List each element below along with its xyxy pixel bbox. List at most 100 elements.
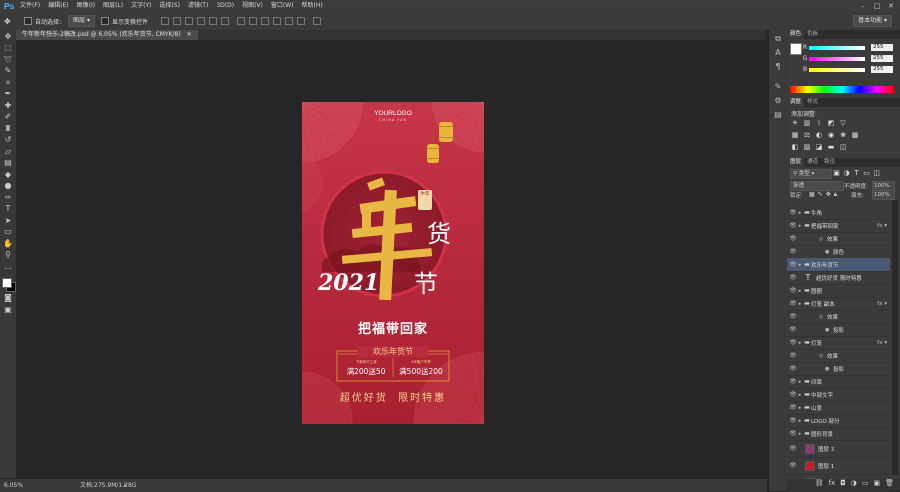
link-layers-icon[interactable]: ⛓ [815,479,824,491]
menu-item[interactable]: 图层(L) [99,0,127,12]
filter-smart-icon[interactable]: ◫ [873,169,880,177]
r-slider[interactable] [809,45,865,50]
g-value-input[interactable]: 255 [871,55,893,62]
layer-row[interactable]: 👁︎ ▸ ▬ 中部文字 [787,388,890,402]
menu-item[interactable]: 帮助(H) [298,0,327,12]
curves-icon[interactable]: ⌇ [815,119,823,127]
visibility-eye-icon[interactable]: 👁︎ [789,391,797,398]
visibility-eye-icon[interactable]: 👁︎ [789,287,797,294]
auto-select-dropdown[interactable]: 图层 ▾ [68,15,95,27]
lock-position-icon[interactable]: ✥ [826,191,831,199]
tab-channels[interactable]: 通道 [804,158,821,167]
layer-row[interactable]: 👁︎ ● 颜色 [787,245,890,259]
color-balance-icon[interactable]: ⚖ [803,131,811,139]
posterize-icon[interactable]: ▨ [803,143,811,151]
filter-shape-icon[interactable]: ▭ [863,169,870,177]
layer-row[interactable]: 👁︎ ◎ 效果 [787,232,890,246]
layer-row[interactable]: 👁︎ ▸ ▬ 山景 [787,401,890,415]
levels-icon[interactable]: ▥ [803,119,811,127]
actions-panel-icon[interactable]: ▤ [773,110,783,120]
distribute-left-icon[interactable] [272,17,281,25]
effects-icon[interactable]: ◎ [819,353,827,359]
visibility-eye-icon[interactable]: 👁︎ [789,209,797,216]
visibility-eye-icon[interactable]: 👁︎ [789,378,797,385]
properties-panel-icon[interactable]: A [773,48,783,58]
hue-saturation-icon[interactable]: ▦ [791,131,799,139]
layer-row[interactable]: 👁︎ ▸ ▬ 圆圈 [787,284,890,298]
gradient-tool-icon[interactable]: ▤ [3,158,13,168]
visibility-eye-icon[interactable]: 👁︎ [789,365,797,372]
align-vcenter-icon[interactable] [172,17,181,25]
gradient-map-icon[interactable]: ▬ [827,143,835,151]
distribute-vcenter-icon[interactable] [248,17,257,25]
minimize-button[interactable]: – [858,1,868,11]
align-bottom-icon[interactable] [184,17,193,25]
maximize-button[interactable]: □ [872,1,882,11]
visibility-eye-icon[interactable]: 👁︎ [789,445,797,452]
visibility-eye-icon[interactable]: 👁︎ [789,417,797,424]
visibility-eye-icon[interactable]: 👁︎ [789,261,797,268]
poster-artwork[interactable]: YOURLOGO CHINA FAB 牛年 货 节 2021 把福带回家 欢乐年… [302,102,484,424]
layer-row[interactable]: 👁︎ ● 投影 [787,362,890,376]
visibility-eye-icon[interactable]: 👁︎ [789,326,797,333]
clone-stamp-tool-icon[interactable]: ♜ [3,124,13,134]
fill-input[interactable]: 100% [872,190,895,200]
lasso-tool-icon[interactable]: ➰ [3,55,13,65]
delete-layer-icon[interactable]: 🗑︎ [885,479,894,491]
visibility-eye-icon[interactable]: 👁︎ [789,430,797,437]
menu-item[interactable]: 视图(V) [238,0,267,12]
visibility-eye-icon[interactable]: 👁︎ [789,248,797,255]
fx-badge[interactable]: fx ▾ [877,340,887,346]
tab-swatches[interactable]: 色板 [804,30,821,39]
layer-row[interactable]: 👁︎ ▸ ▬ LOGO 部分 [787,414,890,428]
distribute-bottom-icon[interactable] [260,17,269,25]
filter-text-icon[interactable]: T [853,169,860,177]
type-tool-icon[interactable]: T [3,204,13,214]
layer-kind-filter[interactable]: ⚲ 类型 ▾ [790,169,832,179]
layer-row[interactable]: 👁︎ ◎ 效果 [787,310,890,324]
tab-styles[interactable]: 样式 [804,98,821,107]
new-group-icon[interactable]: ▭ [862,479,869,491]
menu-item[interactable]: 滤镜(T) [184,0,212,12]
new-layer-icon[interactable]: ▣ [873,479,880,491]
dodge-tool-icon[interactable]: ● [3,181,13,191]
move-tool-preset-icon[interactable]: ✥ [4,17,16,26]
more-tools-icon[interactable]: … [3,262,13,272]
brush-panel-icon[interactable]: ✎ [773,82,783,92]
menu-item[interactable]: 编辑(E) [44,0,72,12]
brush-tool-icon[interactable]: ✐ [3,112,13,122]
character-panel-icon[interactable]: ¶ [773,62,783,72]
photo-filter-icon[interactable]: ◉ [827,131,835,139]
layer-row[interactable]: 👁︎ ▸ ▬ 把福带回家 fx ▾ [787,219,890,233]
layer-row[interactable]: 👁︎ ◎ 效果 [787,349,890,363]
visibility-eye-icon[interactable]: 👁︎ [789,352,797,359]
g-slider[interactable] [809,56,865,61]
distribute-right-icon[interactable] [296,17,305,25]
layer-row[interactable]: 👁︎ ▸ ▬ 牛角 [787,206,890,220]
lock-all-icon[interactable]: 🔒︎ [834,191,837,199]
filter-adjust-icon[interactable]: ◑ [843,169,850,177]
threshold-icon[interactable]: ◪ [815,143,823,151]
align-hcenter-icon[interactable] [208,17,217,25]
menu-item[interactable]: 选择(S) [155,0,184,12]
effects-icon[interactable]: ◎ [819,314,827,320]
hand-tool-icon[interactable]: ✋ [3,239,13,249]
tab-adjustments[interactable]: 调整 [787,98,805,107]
marquee-tool-icon[interactable]: ⬚ [3,43,13,53]
brightness-icon[interactable]: ☀ [791,119,799,127]
close-button[interactable]: ✕ [886,1,896,11]
clone-source-panel-icon[interactable]: ⚙ [773,96,783,106]
menu-item[interactable]: 文件(F) [16,0,44,12]
color-lookup-icon[interactable]: ▦ [851,131,859,139]
foreground-color-swatch[interactable] [2,277,12,288]
effect-eye-icon[interactable]: ● [825,366,833,372]
layer-row[interactable]: 👁︎ T 超优好货 限时特惠 [787,271,890,285]
visibility-eye-icon[interactable]: 👁︎ [789,300,797,307]
layer-row[interactable]: 👁︎ ▸ ▬ 欢乐年货节 [787,258,890,272]
history-brush-tool-icon[interactable]: ↺ [3,135,13,145]
menu-item[interactable]: 文字(Y) [127,0,155,12]
pen-tool-icon[interactable]: ✑ [3,193,13,203]
history-panel-icon[interactable]: ⧉ [773,34,783,44]
zoom-level[interactable]: 6.05% [4,479,23,492]
workspace-dropdown[interactable]: 基本功能 ▾ [853,15,892,27]
